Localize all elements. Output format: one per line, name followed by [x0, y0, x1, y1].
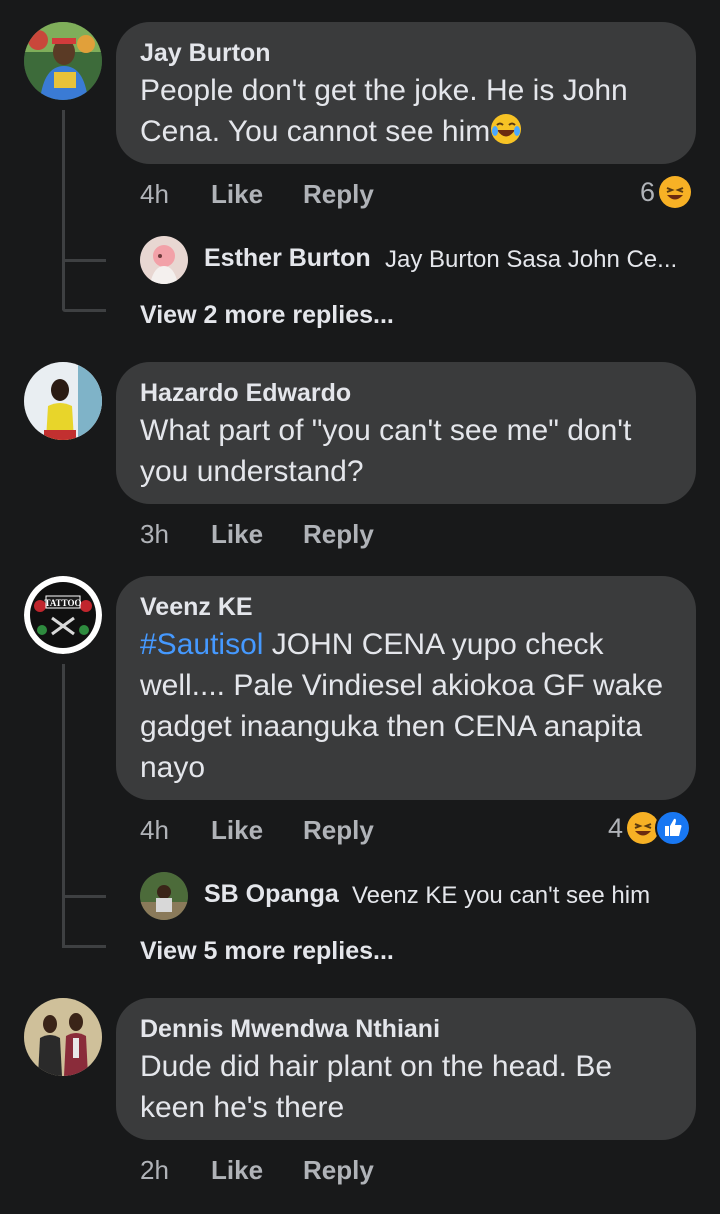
- comment-author[interactable]: Hazardo Edwardo: [140, 376, 672, 410]
- comment-text: Dude did hair plant on the head. Be keen…: [140, 1050, 613, 1124]
- comment-bubble: Veenz KE #Sautisol JOHN CENA yupo check …: [116, 576, 696, 800]
- thread-branch: [62, 945, 106, 948]
- reply-text: Veenz KE you can't see him: [352, 882, 651, 909]
- reply-preview[interactable]: SB Opanga Veenz KE you can't see him: [140, 872, 700, 922]
- avatar-hazardo-edwardo[interactable]: [24, 362, 102, 440]
- comment-bubble: Jay Burton People don't get the joke. He…: [116, 22, 696, 164]
- comment-timestamp: 4h: [140, 815, 169, 845]
- thread-branch: [62, 259, 106, 262]
- avatar-veenz-ke[interactable]: TATTOO: [24, 576, 102, 654]
- comment-timestamp: 3h: [140, 519, 169, 549]
- like-button[interactable]: Like: [211, 815, 263, 846]
- like-button[interactable]: Like: [211, 1155, 263, 1186]
- avatar-dennis-mwendwa-nthiani[interactable]: [24, 998, 102, 1076]
- avatar-logo-text: TATTOO: [44, 598, 81, 608]
- thread-branch: [62, 309, 106, 312]
- avatar-esther-burton[interactable]: [140, 236, 188, 284]
- reply-text: Jay Burton Sasa John Ce...: [385, 246, 678, 273]
- thread-line: [62, 664, 65, 946]
- comment-bubble: Dennis Mwendwa Nthiani Dude did hair pla…: [116, 998, 696, 1140]
- reply-button[interactable]: Reply: [303, 1155, 374, 1186]
- reply-author[interactable]: SB Opanga: [204, 880, 339, 909]
- comment-actions: 2h Like Reply: [140, 1155, 700, 1189]
- comment-author[interactable]: Veenz KE: [140, 590, 672, 624]
- reply-preview[interactable]: Esther Burton Jay Burton Sasa John Ce...: [140, 236, 700, 286]
- comment-text: #Sautisol JOHN CENA yupo check well.... …: [140, 624, 672, 788]
- thread-branch: [62, 895, 106, 898]
- hashtag-link[interactable]: #Sautisol: [140, 628, 263, 661]
- view-more-replies[interactable]: View 5 more replies...: [140, 937, 394, 966]
- reaction-summary[interactable]: 4: [608, 808, 692, 848]
- tears-of-joy-icon: [491, 114, 522, 144]
- comment-text: What part of "you can't see me" don't yo…: [140, 414, 632, 488]
- like-button[interactable]: Like: [211, 519, 263, 550]
- avatar-sb-opanga[interactable]: [140, 872, 188, 920]
- comment-text: People don't get the joke. He is John Ce…: [140, 70, 672, 152]
- reply-author[interactable]: Esther Burton: [204, 244, 371, 273]
- reply-button[interactable]: Reply: [303, 179, 374, 210]
- laugh-emoji-icon: [659, 176, 692, 208]
- comment-actions: 4h Like Reply: [140, 179, 700, 213]
- comment-actions: 3h Like Reply: [140, 519, 700, 553]
- comment-timestamp: 2h: [140, 1155, 169, 1185]
- like-emoji-icon: [655, 810, 692, 846]
- comment-timestamp: 4h: [140, 179, 169, 209]
- comment-text-body: People don't get the joke. He is John Ce…: [140, 74, 628, 148]
- thread-line: [62, 110, 65, 310]
- comment-bubble: Hazardo Edwardo What part of "you can't …: [116, 362, 696, 504]
- reaction-count: 4: [608, 812, 624, 843]
- reaction-summary[interactable]: 6: [640, 172, 692, 212]
- reply-button[interactable]: Reply: [303, 815, 374, 846]
- view-more-replies[interactable]: View 2 more replies...: [140, 301, 394, 330]
- comment-author[interactable]: Jay Burton: [140, 36, 672, 70]
- reply-button[interactable]: Reply: [303, 519, 374, 550]
- like-button[interactable]: Like: [211, 179, 263, 210]
- avatar-jay-burton[interactable]: [24, 22, 102, 100]
- reaction-count: 6: [640, 176, 656, 207]
- comment-author[interactable]: Dennis Mwendwa Nthiani: [140, 1012, 672, 1046]
